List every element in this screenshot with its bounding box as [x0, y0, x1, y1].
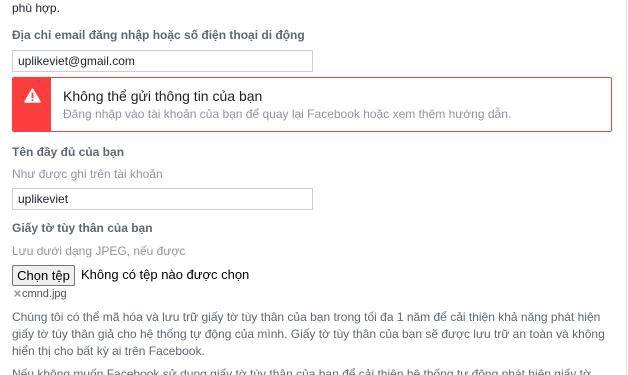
- full-name-helper: Như được ghi trên tài khoản: [12, 167, 163, 181]
- error-message: Đăng nhập vào tài khoản của bạn để quay …: [63, 107, 512, 121]
- error-banner: Không thể gửi thông tin của bạn Đăng nhậ…: [12, 77, 612, 132]
- email-input[interactable]: [12, 50, 313, 72]
- page: phù hợp. Địa chỉ email đăng nhập hoặc số…: [0, 0, 628, 375]
- id-document-helper: Lưu dưới dạng JPEG, nếu được: [12, 244, 186, 258]
- right-border: [626, 0, 627, 375]
- next-paragraph: Nếu không muốn Facebook sử dụng giấy tờ …: [12, 367, 591, 375]
- email-label: Địa chỉ email đăng nhập hoặc số điện tho…: [12, 28, 305, 42]
- error-icon-block: [13, 78, 51, 131]
- id-document-label: Giấy tờ tùy thân của bạn: [12, 221, 153, 235]
- close-icon[interactable]: [14, 290, 21, 297]
- warning-icon: [24, 88, 41, 103]
- error-title: Không thể gửi thông tin của bạn: [63, 88, 263, 104]
- full-name-label: Tên đầy đủ của bạn: [12, 145, 125, 159]
- full-name-input[interactable]: [12, 188, 313, 210]
- privacy-note: Chúng tôi có thể mã hóa và lưu trữ giấy …: [12, 310, 605, 358]
- no-file-chosen-text: Không có tệp nào được chọn: [81, 267, 250, 282]
- choose-file-button[interactable]: Chọn tệp: [12, 265, 75, 286]
- intro-tail-text: phù hợp.: [12, 1, 60, 15]
- attached-file-name: cmnd.jpg: [22, 288, 67, 300]
